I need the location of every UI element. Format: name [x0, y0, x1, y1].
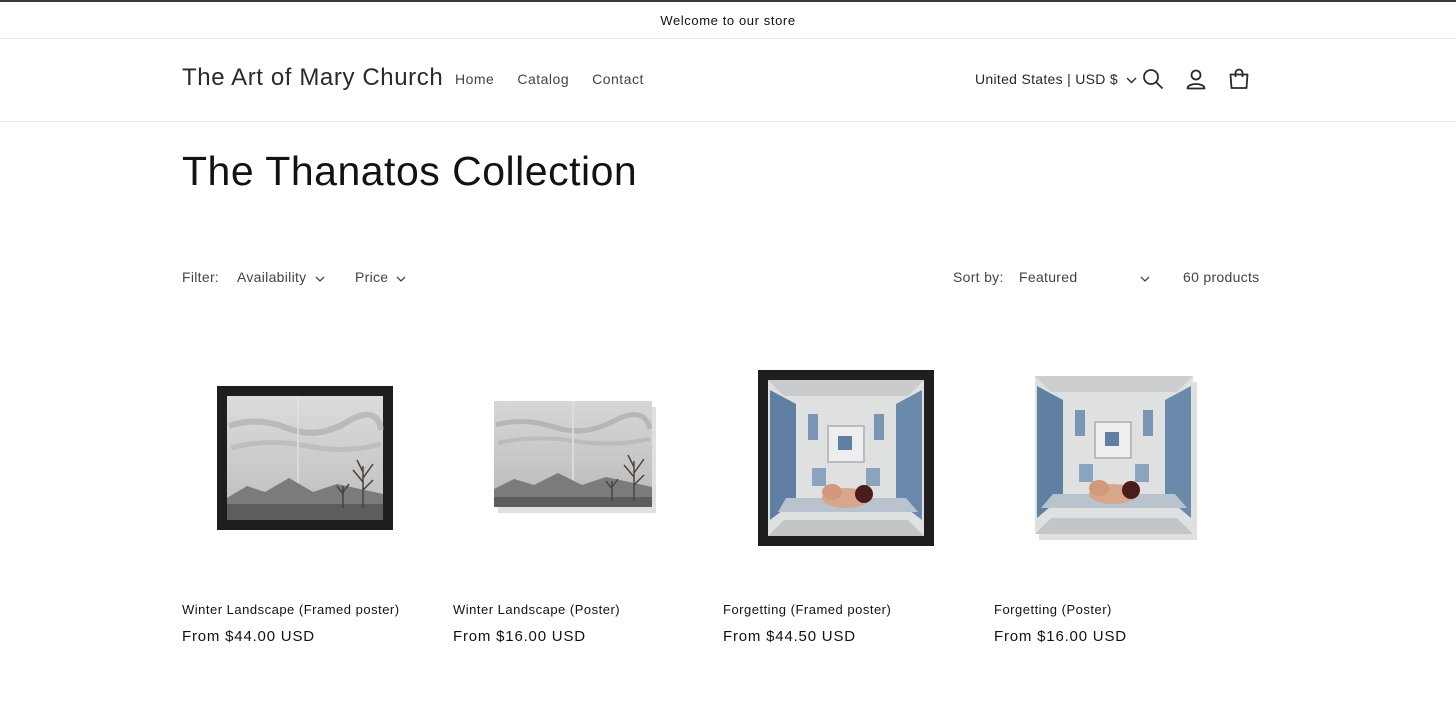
- announcement-text: Welcome to our store: [660, 12, 796, 28]
- chevron-down-icon: [1126, 71, 1137, 87]
- product-price: From $44.00 USD: [182, 628, 315, 645]
- locale-selector[interactable]: United States | USD $: [975, 71, 1137, 87]
- winter-landscape-poster-image: [493, 400, 656, 513]
- filter-price-label: Price: [355, 269, 389, 285]
- product-title[interactable]: Forgetting (Framed poster): [723, 602, 891, 617]
- main-nav: Home Catalog Contact: [455, 71, 644, 87]
- filter-availability-dropdown[interactable]: Availability: [237, 269, 325, 285]
- product-count: 60 products: [1183, 269, 1260, 285]
- forgetting-framed-image: [757, 369, 934, 546]
- product-price: From $16.00 USD: [994, 628, 1127, 645]
- winter-landscape-framed-image: [216, 385, 393, 530]
- site-header: The Art of Mary Church Home Catalog Cont…: [0, 40, 1456, 122]
- search-icon[interactable]: [1141, 67, 1165, 91]
- product-image-link[interactable]: [994, 335, 1239, 580]
- product-image-link[interactable]: [723, 335, 968, 580]
- cart-icon[interactable]: [1227, 67, 1251, 91]
- filter-availability-label: Availability: [237, 269, 307, 285]
- sort-value: Featured: [1019, 269, 1078, 285]
- filter-label: Filter:: [182, 269, 220, 285]
- product-image-link[interactable]: [453, 335, 698, 580]
- nav-home-link[interactable]: Home: [455, 71, 494, 87]
- collection-title: The Thanatos Collection: [182, 148, 638, 194]
- forgetting-poster-image: [1034, 375, 1197, 540]
- product-title[interactable]: Winter Landscape (Framed poster): [182, 602, 400, 617]
- account-icon[interactable]: [1184, 67, 1208, 91]
- announcement-bar: Welcome to our store: [0, 2, 1456, 39]
- product-title[interactable]: Winter Landscape (Poster): [453, 602, 620, 617]
- product-price: From $16.00 USD: [453, 628, 586, 645]
- chevron-down-icon: [396, 269, 406, 285]
- nav-contact-link[interactable]: Contact: [592, 71, 644, 87]
- sort-label: Sort by:: [953, 269, 1004, 285]
- nav-catalog-link[interactable]: Catalog: [517, 71, 569, 87]
- product-title[interactable]: Forgetting (Poster): [994, 602, 1112, 617]
- chevron-down-icon: [1140, 269, 1150, 285]
- chevron-down-icon: [315, 269, 325, 285]
- product-image-link[interactable]: [182, 335, 427, 580]
- filter-price-dropdown[interactable]: Price: [355, 269, 406, 285]
- sort-select[interactable]: Featured: [1019, 269, 1150, 285]
- filter-bar: Filter: Availability Price Sort by: Feat…: [0, 267, 1456, 289]
- product-price: From $44.50 USD: [723, 628, 856, 645]
- store-logo-link[interactable]: The Art of Mary Church: [182, 64, 443, 92]
- locale-label: United States | USD $: [975, 71, 1118, 87]
